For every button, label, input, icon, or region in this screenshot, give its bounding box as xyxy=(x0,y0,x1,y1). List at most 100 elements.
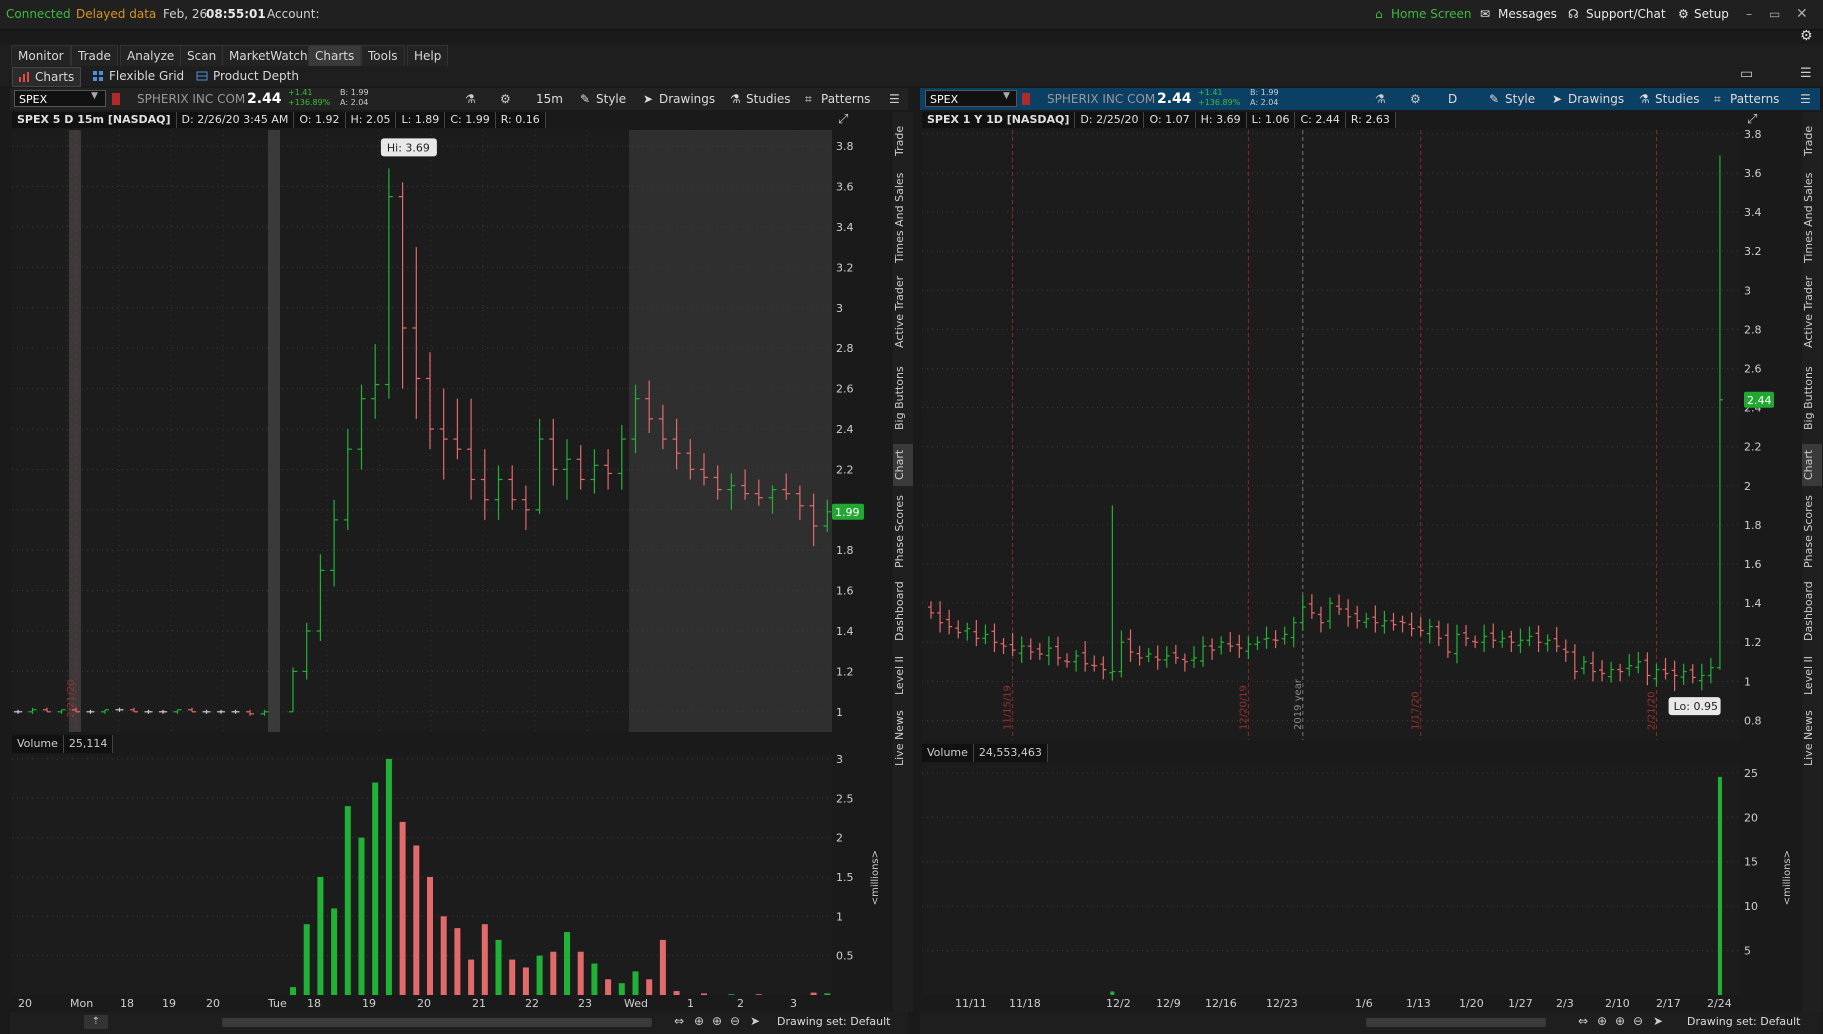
right-volume-tick-4: 25 xyxy=(1744,767,1758,780)
right-patterns-button[interactable]: ⌗ Patterns xyxy=(1712,88,1779,110)
right-scrollbar[interactable] xyxy=(1366,1018,1546,1027)
left-volume-bar xyxy=(454,928,461,995)
minimize-button[interactable]: – xyxy=(1746,0,1752,29)
right-side-tab-trade[interactable]: Trade xyxy=(1802,118,1822,164)
menu-analyze[interactable]: Analyze xyxy=(120,45,182,67)
close-button[interactable]: ✕ xyxy=(1796,0,1808,29)
left-side-tab-level-ii[interactable]: Level II xyxy=(893,650,913,700)
layout-icon[interactable]: ▭ xyxy=(1740,66,1753,82)
right-zoom-out-icon[interactable]: ⊖ xyxy=(1633,1014,1643,1028)
right-symbol-dropdown-icon[interactable]: ▼ xyxy=(1003,91,1010,101)
right-time-axis: 11/11 11/18 12/2 12/9 12/16 12/23 1/6 1/13 1/20 1… xyxy=(955,997,1732,1010)
home-screen-link[interactable]: ⌂ Home Screen xyxy=(1375,0,1472,29)
left-zoom-in-icon[interactable]: ⊕ xyxy=(712,1014,722,1028)
left-side-tab-chart[interactable]: Chart xyxy=(893,444,913,486)
right-time-tick-5: 12/23 xyxy=(1266,997,1298,1010)
menu-monitor[interactable]: Monitor xyxy=(11,45,71,67)
right-side-tab-live-news[interactable]: Live News xyxy=(1802,706,1822,770)
right-side-tab-big-buttons[interactable]: Big Buttons xyxy=(1802,358,1822,438)
left-patterns-button[interactable]: ⌗ Patterns xyxy=(803,88,870,110)
left-time-tick-13: 1 xyxy=(687,997,694,1010)
right-link-color-icon[interactable] xyxy=(1022,93,1030,105)
left-volume-bar xyxy=(317,876,324,995)
menu-tools[interactable]: Tools xyxy=(361,45,405,67)
right-period-selector[interactable]: D xyxy=(1448,88,1457,110)
right-side-tab-dashboard[interactable]: Dashboard xyxy=(1802,578,1822,644)
right-pointer-icon[interactable]: ➤ xyxy=(1653,1014,1663,1028)
right-drawing-set[interactable]: Drawing set: Default xyxy=(1687,1015,1800,1028)
right-side-tab-times-and-sales[interactable]: Times And Sales xyxy=(1802,170,1822,266)
left-price-tick-9: 2.8 xyxy=(836,342,854,355)
right-flask-icon[interactable]: ⚗ xyxy=(1375,88,1386,110)
left-side-tab-trade[interactable]: Trade xyxy=(893,118,913,164)
right-side-tab-chart[interactable]: Chart xyxy=(1802,444,1822,486)
left-expand-icon[interactable]: ⤢ xyxy=(838,112,848,127)
left-drawing-set[interactable]: Drawing set: Default xyxy=(777,1015,890,1028)
menu-help[interactable]: Help xyxy=(407,45,449,67)
right-drawings-button[interactable]: ➤ Drawings xyxy=(1550,88,1624,110)
left-side-tabs: Trade Times And Sales Active Trader Big But… xyxy=(893,112,913,1012)
left-volume-bar xyxy=(536,955,543,995)
right-style-button[interactable]: ✎ Style xyxy=(1487,88,1535,110)
left-crosshair-icon[interactable]: ⊕ xyxy=(694,1014,704,1028)
cursor-icon: ➤ xyxy=(1552,92,1563,106)
left-chart-status-bar: ⇡ ⇔ ⊕ ⊕ ⊖ ➤ Drawing set: Default xyxy=(10,1012,908,1034)
left-style-button[interactable]: ✎ Style xyxy=(578,88,626,110)
tab-charts[interactable]: Charts xyxy=(12,67,82,87)
left-side-tab-times-and-sales[interactable]: Times And Sales xyxy=(893,170,913,266)
left-period-selector[interactable]: 15m xyxy=(536,88,563,110)
left-volume-bar xyxy=(618,983,625,995)
left-time-tick-7: 19 xyxy=(362,997,376,1010)
right-expand-icon[interactable]: ⤢ xyxy=(1747,112,1757,127)
delayed-data-status[interactable]: Delayed data xyxy=(76,0,156,29)
support-chat-link[interactable]: ☊ Support/Chat xyxy=(1568,0,1666,29)
left-volume-bar xyxy=(481,924,488,995)
left-side-tab-phase-scores[interactable]: Phase Scores xyxy=(893,492,913,572)
left-chart-settings-icon[interactable]: ⚙ xyxy=(500,88,511,110)
menu-scan[interactable]: Scan xyxy=(180,45,224,67)
menu-marketwatch[interactable]: MarketWatch xyxy=(222,45,315,67)
left-pan-icon[interactable]: ⇔ xyxy=(674,1014,684,1028)
left-studies-button[interactable]: ⚗ Studies xyxy=(728,88,791,110)
left-price-chart[interactable]: 2/21/20 Hi: 3.69 xyxy=(12,130,832,732)
settings-gear-icon[interactable]: ⚙ xyxy=(1800,28,1813,44)
tab-product-depth[interactable]: Product Depth xyxy=(191,67,305,85)
left-symbol-dropdown-icon[interactable]: ▼ xyxy=(91,91,98,101)
left-zoom-out-icon[interactable]: ⊖ xyxy=(730,1014,740,1028)
right-crosshair-icon[interactable]: ⊕ xyxy=(1597,1014,1607,1028)
account-selector[interactable]: Account: xyxy=(267,0,320,29)
left-flask-icon[interactable]: ⚗ xyxy=(465,88,476,110)
left-pointer-icon[interactable]: ➤ xyxy=(750,1014,760,1028)
left-volume-bar xyxy=(522,967,529,995)
right-side-tab-active-trader[interactable]: Active Trader xyxy=(1802,272,1822,352)
right-toolbar-menu-icon[interactable]: ☰ xyxy=(1800,88,1811,110)
tab-flexible-grid[interactable]: Flexible Grid xyxy=(87,67,190,85)
right-side-tab-level-ii[interactable]: Level II xyxy=(1802,650,1822,700)
left-toolbar-menu-icon[interactable]: ☰ xyxy=(889,88,900,110)
right-price-tick-3: 1.4 xyxy=(1744,597,1762,610)
left-drawings-button[interactable]: ➤ Drawings xyxy=(641,88,715,110)
right-time-tick-13: 2/24 xyxy=(1707,997,1732,1010)
left-scrollbar[interactable] xyxy=(222,1018,652,1027)
right-zoom-in-icon[interactable]: ⊕ xyxy=(1615,1014,1625,1028)
maximize-button[interactable]: ▭ xyxy=(1769,0,1780,29)
messages-link[interactable]: ✉ Messages xyxy=(1480,0,1557,29)
left-side-tab-active-trader[interactable]: Active Trader xyxy=(893,272,913,352)
menu-trade[interactable]: Trade xyxy=(71,45,118,67)
left-side-tab-dashboard[interactable]: Dashboard xyxy=(893,578,913,644)
setup-link[interactable]: ⚙ Setup xyxy=(1678,0,1729,29)
left-collapse-icon[interactable]: ⇡ xyxy=(84,1015,108,1029)
left-volume-chart[interactable] xyxy=(12,755,832,995)
menu-lines-icon[interactable]: ☰ xyxy=(1800,66,1812,81)
left-side-tab-big-buttons[interactable]: Big Buttons xyxy=(893,358,913,438)
right-price-chart[interactable]: 11/15/19 12/20/19 2019 year 1/17/20 2/21/20 L… xyxy=(922,130,1740,740)
menu-charts[interactable]: Charts xyxy=(308,45,362,67)
right-pan-icon[interactable]: ⇔ xyxy=(1578,1014,1588,1028)
right-studies-button[interactable]: ⚗ Studies xyxy=(1637,88,1700,110)
right-volume-chart[interactable] xyxy=(922,764,1740,995)
left-side-tab-live-news[interactable]: Live News xyxy=(893,706,913,770)
right-chart-settings-icon[interactable]: ⚙ xyxy=(1410,88,1421,110)
right-side-tab-phase-scores[interactable]: Phase Scores xyxy=(1802,492,1822,572)
left-link-color-icon[interactable] xyxy=(112,93,120,105)
left-volume-bar xyxy=(372,782,379,995)
